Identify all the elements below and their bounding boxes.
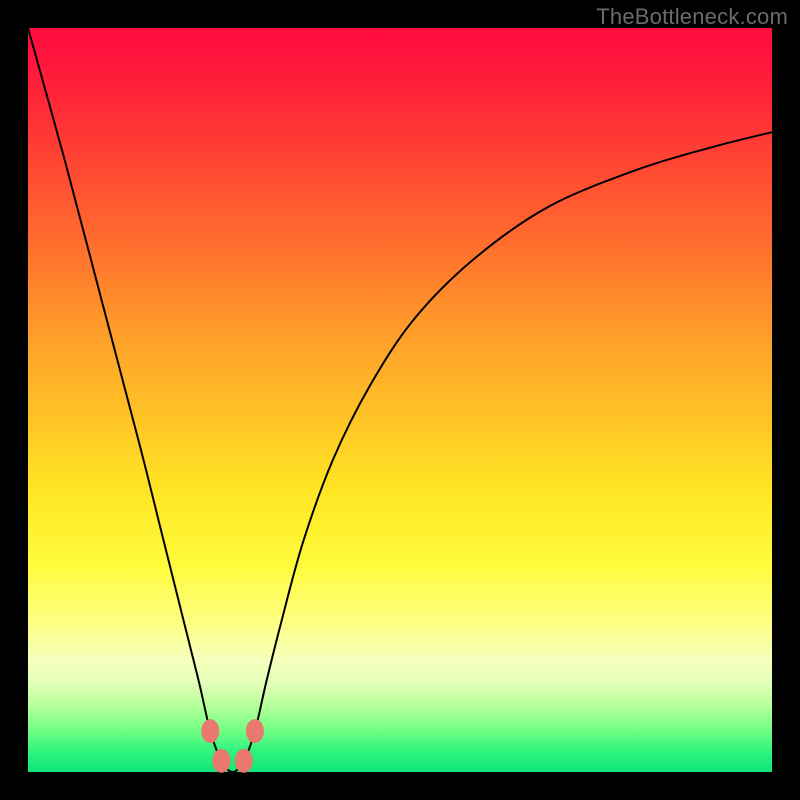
plot-area <box>28 28 772 772</box>
chart-frame: TheBottleneck.com <box>0 0 800 800</box>
bottleneck-curve <box>28 28 772 772</box>
curve-marker <box>201 719 219 743</box>
watermark-text: TheBottleneck.com <box>596 4 788 30</box>
curve-marker <box>212 749 230 773</box>
curve-svg <box>28 28 772 772</box>
curve-marker <box>235 749 253 773</box>
curve-marker <box>246 719 264 743</box>
markers-group <box>201 719 264 773</box>
